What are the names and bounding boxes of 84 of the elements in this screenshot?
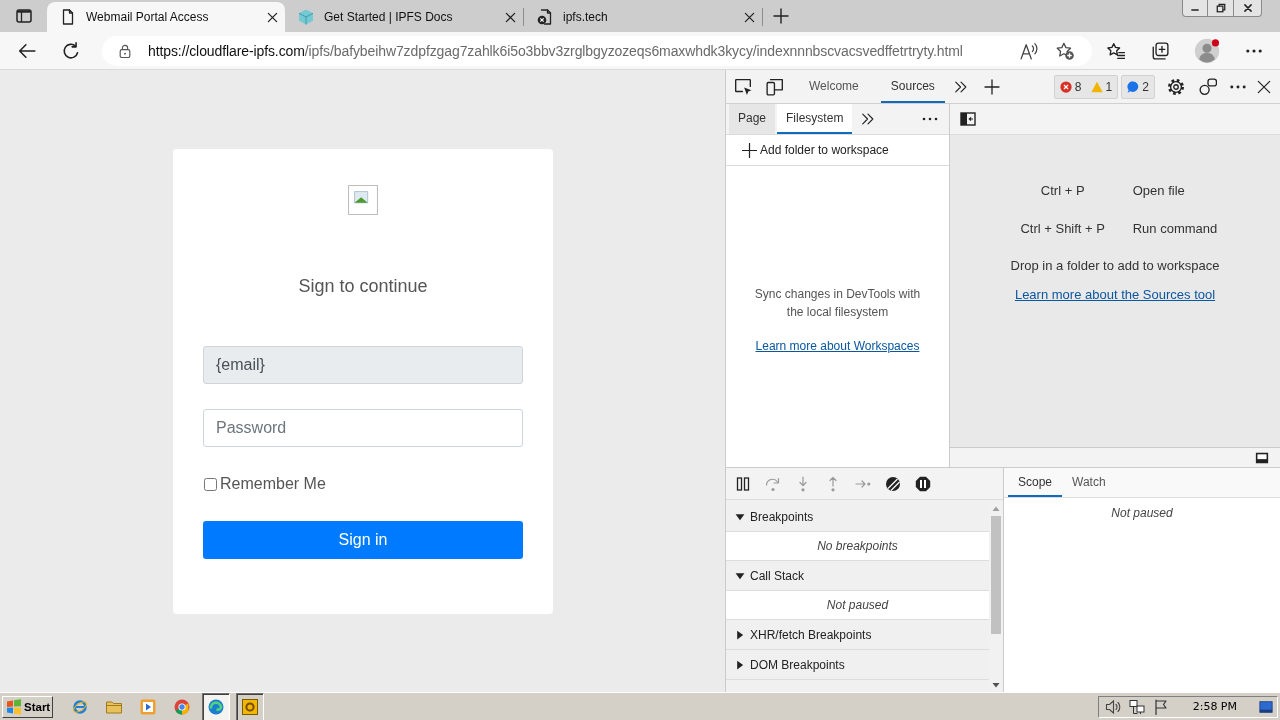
scrollbar-thumb[interactable] — [991, 516, 1001, 634]
restore-icon — [1215, 3, 1226, 13]
double-chevron-icon[interactable] — [953, 79, 968, 94]
document-error-icon — [537, 9, 553, 25]
sidebar-tab[interactable]: Scope — [1008, 468, 1063, 497]
lock-icon[interactable] — [118, 43, 132, 58]
refresh-icon[interactable] — [62, 41, 80, 60]
caret-right-icon — [735, 629, 745, 640]
navigator-tab[interactable]: Page — [729, 104, 776, 134]
message-icon — [1127, 80, 1140, 93]
window-icon[interactable] — [15, 8, 32, 24]
empty-message: Not paused — [726, 591, 989, 620]
start-button[interactable]: Start — [2, 695, 53, 718]
cursor-box-icon[interactable] — [734, 77, 752, 96]
address-field[interactable]: https://cloudflare-ipfs.com/ipfs/bafybeihw7zdpfzgag7zahlk6i5o3bbv3zrglbgyzozeqs6maxwhdk3kycy/indexnnnbscvacsvedffetrtryty.html — [102, 35, 1092, 66]
octagon-pause-icon[interactable] — [915, 475, 931, 492]
error-icon — [1059, 80, 1072, 93]
browser-tab[interactable]: Get Started | IPFS Docs — [285, 2, 523, 32]
sidebar-icon[interactable] — [960, 111, 976, 127]
clock: 2:58 PM — [1192, 700, 1237, 713]
ring-square-icon[interactable] — [236, 692, 264, 720]
warning-icon — [1090, 80, 1103, 93]
broken-image-icon — [348, 185, 378, 215]
checkbox-label: Remember Me — [220, 475, 326, 493]
gear-icon[interactable] — [1167, 77, 1185, 96]
scroll-down-icon[interactable] — [992, 681, 1000, 689]
read-aloud-icon[interactable] — [1020, 41, 1038, 60]
sidebar-tab[interactable]: Watch — [1062, 468, 1116, 497]
swirl-icon[interactable] — [202, 692, 230, 720]
restore-button[interactable] — [1208, 0, 1234, 17]
devices-icon[interactable] — [766, 77, 784, 96]
curved-arrow-icon[interactable] — [765, 475, 781, 492]
panel-icon[interactable] — [1255, 450, 1269, 465]
sources-link[interactable]: Learn more about the Sources tool — [1014, 287, 1216, 302]
panel-tab[interactable]: Welcome — [799, 70, 869, 103]
squares-plus-icon[interactable] — [1151, 41, 1169, 60]
close-icon[interactable] — [267, 11, 278, 23]
back-icon[interactable] — [18, 41, 36, 60]
cube-icon — [298, 9, 314, 25]
network-icon[interactable] — [1128, 698, 1145, 715]
browser-tab[interactable]: ipfs.tech — [524, 2, 762, 32]
navigator-tab[interactable]: Filesystem — [777, 104, 853, 134]
flag-icon[interactable] — [1152, 698, 1169, 715]
avatar-icon[interactable] — [1194, 37, 1220, 64]
sync-message: Sync changes in DevTools with the local filesystem — [753, 285, 922, 321]
speaker-icon[interactable] — [1104, 698, 1121, 715]
workspaces-link[interactable]: Learn more about Workspaces — [755, 338, 920, 353]
start-flag-icon — [6, 698, 22, 715]
add-folder-button[interactable]: Add folder to workspace — [742, 142, 889, 158]
star-list-icon[interactable] — [1107, 41, 1125, 60]
close-icon[interactable] — [744, 11, 755, 23]
caret-down-icon — [735, 570, 745, 581]
close-icon[interactable] — [1257, 79, 1271, 94]
caret-right-icon — [735, 659, 745, 670]
shortcut-keys: Ctrl + Shift + P — [1012, 220, 1113, 238]
plus-icon[interactable] — [773, 8, 789, 24]
close-icon — [1242, 3, 1253, 13]
double-chevron-icon[interactable] — [861, 112, 876, 126]
password-field[interactable]: Password — [203, 409, 523, 447]
browser-tab[interactable]: Webmail Portal Access — [47, 2, 285, 32]
close-icon[interactable] — [505, 11, 516, 23]
heading: Sign to continue — [298, 275, 428, 297]
minimize-button[interactable] — [1182, 0, 1208, 17]
plus-icon — [742, 142, 757, 158]
document-icon — [60, 9, 76, 25]
bubbles-icon[interactable] — [1199, 77, 1217, 96]
empty-message: Not paused — [1111, 506, 1173, 520]
sign-in-button[interactable]: Sign in — [203, 521, 523, 559]
drop-hint: Drop in a folder to add to workspace — [1010, 257, 1220, 275]
empty-message: No breakpoints — [726, 532, 989, 561]
caret-down-icon — [735, 511, 745, 522]
close-button[interactable] — [1234, 0, 1262, 17]
slashed-circle-icon[interactable] — [885, 475, 901, 492]
shortcut-keys: Ctrl + P — [1012, 182, 1113, 200]
plus-icon[interactable] — [983, 78, 1000, 95]
email-field[interactable]: {email} — [203, 346, 523, 384]
desktop-icon[interactable] — [1259, 699, 1273, 714]
issues-button[interactable]: 2 — [1121, 74, 1155, 99]
shortcut-action: Open file — [1132, 182, 1186, 200]
checkbox[interactable] — [204, 477, 217, 491]
pause-icon[interactable] — [735, 475, 751, 492]
issues-button[interactable]: 8 1 — [1053, 74, 1119, 99]
shortcut-action: Run command — [1132, 220, 1218, 238]
star-plus-icon[interactable] — [1056, 41, 1074, 60]
